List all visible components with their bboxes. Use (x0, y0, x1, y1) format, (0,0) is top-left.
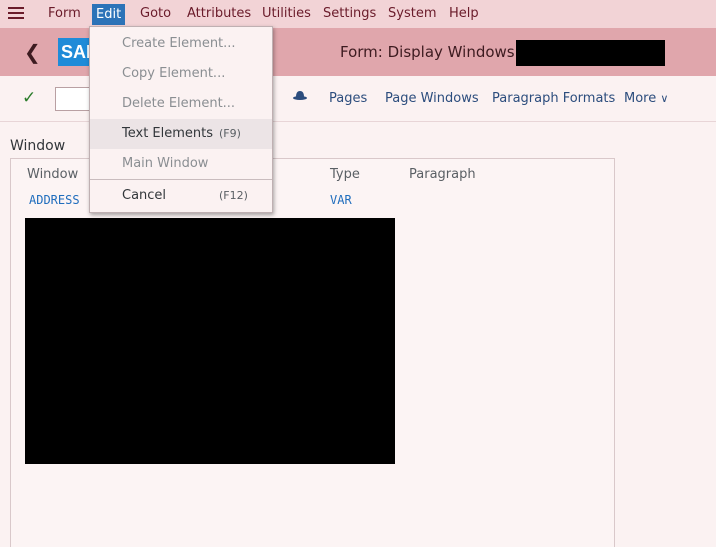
paragraph-formats-link[interactable]: Paragraph Formats (492, 91, 615, 106)
edit-menu-dropdown: Create Element... Copy Element... Delete… (89, 26, 273, 213)
menu-help[interactable]: Help (449, 6, 479, 24)
menu-item-label: Delete Element... (122, 96, 236, 111)
chevron-down-icon: ∨ (660, 92, 669, 105)
column-header-type: Type (330, 167, 360, 182)
hamburger-icon[interactable] (8, 7, 24, 20)
menu-utilities[interactable]: Utilities (262, 6, 311, 24)
menu-item-cancel[interactable]: Cancel (F12) (90, 181, 272, 211)
menu-item-label: Text Elements (122, 126, 214, 141)
redacted-title-block (516, 40, 665, 66)
more-label: More (624, 91, 657, 106)
menu-item-shortcut: (F9) (219, 127, 241, 140)
menu-system[interactable]: System (388, 6, 436, 24)
menu-goto[interactable]: Goto (140, 6, 171, 24)
menu-form[interactable]: Form (48, 6, 81, 24)
menu-item-copy-element[interactable]: Copy Element... (90, 59, 272, 89)
column-header-paragraph: Paragraph (409, 167, 476, 182)
menu-bar: Form Edit Goto Attributes Utilities Sett… (0, 0, 716, 28)
menu-attributes[interactable]: Attributes (187, 6, 251, 24)
menu-item-label: Copy Element... (122, 66, 226, 81)
menu-item-text-elements[interactable]: Text Elements (F9) (90, 119, 272, 149)
menu-item-main-window[interactable]: Main Window (90, 149, 272, 179)
pages-link[interactable]: Pages (329, 91, 367, 106)
column-header-window: Window (27, 167, 79, 182)
section-title: Window (10, 138, 66, 154)
hat-icon[interactable] (293, 91, 307, 101)
menu-item-shortcut: (F12) (219, 189, 248, 202)
menu-item-delete-element[interactable]: Delete Element... (90, 89, 272, 119)
more-button[interactable]: More ∨ (624, 91, 668, 106)
sap-logo: SAP (58, 38, 90, 66)
menu-item-label: Cancel (122, 188, 167, 203)
menu-divider (90, 179, 272, 180)
menu-edit[interactable]: Edit (92, 4, 126, 25)
menu-item-create-element[interactable]: Create Element... (90, 29, 272, 59)
checkmark-icon[interactable]: ✓ (22, 88, 36, 108)
back-arrow-icon[interactable]: ❮ (24, 42, 41, 62)
menu-settings[interactable]: Settings (323, 6, 376, 24)
page-windows-link[interactable]: Page Windows (385, 91, 479, 106)
menu-item-label: Main Window (122, 156, 209, 171)
page-title: Form: Display Windows: Z (340, 43, 535, 61)
type-cell-var[interactable]: VAR (330, 193, 352, 207)
window-cell-address[interactable]: ADDRESS (29, 193, 80, 207)
redacted-content-block (25, 218, 395, 464)
menu-item-label: Create Element... (122, 36, 236, 51)
